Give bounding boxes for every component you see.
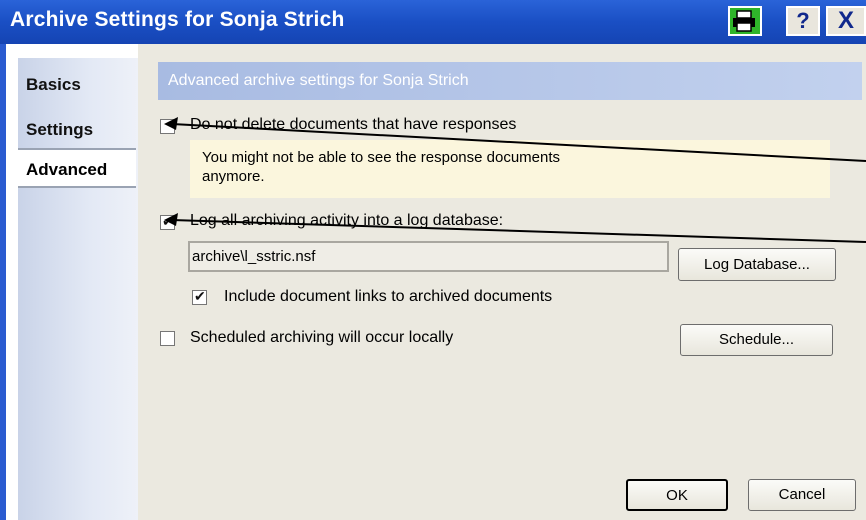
annotation-arrow — [171, 219, 866, 243]
annotation-arrowhead — [164, 117, 178, 130]
annotation-arrow — [171, 123, 866, 162]
annotation-arrows — [164, 117, 866, 243]
annotation-arrowhead — [164, 213, 178, 226]
